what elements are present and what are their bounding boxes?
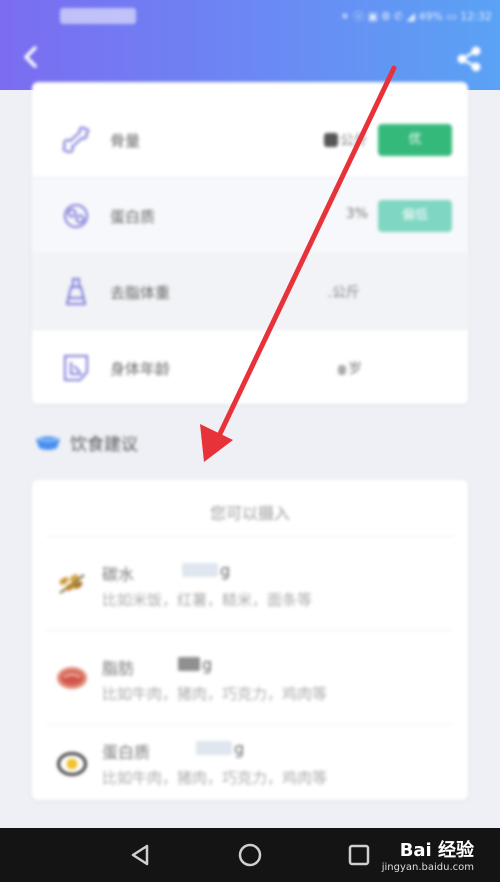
metric-badge: 偏低 xyxy=(378,200,452,232)
metric-row-lean-mass[interactable]: 去脂体重 .公斤 xyxy=(32,254,468,330)
metric-row-bone[interactable]: 骨量 公斤 优 xyxy=(32,102,468,178)
metric-label: 骨量 xyxy=(110,132,141,150)
back-button[interactable] xyxy=(16,42,46,72)
diet-title-text: 饮食建议 xyxy=(70,435,138,455)
food-amount: g xyxy=(196,739,244,758)
metric-value: 岁 xyxy=(338,358,362,378)
metric-row-body-age[interactable]: 身体年龄 岁 xyxy=(32,330,468,404)
square-recent-icon[interactable] xyxy=(344,840,374,870)
metric-label: 蛋白质 xyxy=(110,208,156,226)
share-icon xyxy=(457,46,481,72)
food-amount: g xyxy=(178,655,212,674)
bone-icon xyxy=(62,126,90,154)
system-nav-bar: Bai 经验 jingyan.baidu.com xyxy=(0,828,500,882)
share-button[interactable] xyxy=(454,44,484,74)
bowl-icon xyxy=(36,436,60,450)
metric-badge: 优 xyxy=(378,124,452,156)
egg-icon xyxy=(57,752,87,776)
food-name: 碳水 xyxy=(102,565,135,584)
food-name: 脂肪 xyxy=(102,659,135,678)
baidu-jingyan-watermark: Bai 经验 jingyan.baidu.com xyxy=(382,836,474,873)
body-metrics-card: 骨量 公斤 优 蛋白质 3% 偏低 去脂体重 .公斤 身体年龄 岁 xyxy=(32,82,468,404)
food-hint: 比如牛肉，猪肉，巧克力，鸡肉等 xyxy=(102,685,328,703)
food-row-protein[interactable]: 蛋白质 g 比如牛肉，猪肉，巧克力，鸡肉等 xyxy=(46,724,454,794)
metric-label: 身体年龄 xyxy=(110,360,171,378)
intake-heading: 您可以摄入 xyxy=(209,504,290,523)
food-row-fat[interactable]: 脂肪 g 比如牛肉，猪肉，巧克力，鸡肉等 xyxy=(46,630,454,724)
watermark-brand: Bai 经验 xyxy=(399,840,474,861)
metric-row-protein[interactable]: 蛋白质 3% 偏低 xyxy=(32,178,468,254)
food-row-carbs[interactable]: 碳水 g 比如米饭，红薯，糙米，面条等 xyxy=(46,536,454,630)
triangle-back-icon[interactable] xyxy=(126,840,156,870)
metric-value: 3% xyxy=(345,206,368,222)
circle-home-icon[interactable] xyxy=(235,840,265,870)
body-age-icon xyxy=(64,355,88,381)
carrier-placeholder xyxy=(60,8,136,24)
status-icons: ✶ ⓥ ▣ ⦾ ✆ ◢ 49% ▭ 12:32 xyxy=(340,10,492,23)
app-header: ✶ ⓥ ▣ ⦾ ✆ ◢ 49% ▭ 12:32 xyxy=(0,0,500,90)
diet-suggestion-card: 您可以摄入 碳水 g 比如米饭，红薯，糙米，面条等 脂肪 g 比如牛肉，猪肉，巧… xyxy=(32,480,468,800)
food-hint: 比如牛肉，猪肉，巧克力，鸡肉等 xyxy=(102,769,328,787)
food-name: 蛋白质 xyxy=(102,743,151,762)
watermark-url: jingyan.baidu.com xyxy=(381,862,474,873)
metric-value: 公斤 xyxy=(324,130,368,150)
flask-icon xyxy=(65,278,87,305)
metric-label: 去脂体重 xyxy=(110,284,171,302)
protein-icon xyxy=(64,204,88,228)
status-bar: ✶ ⓥ ▣ ⦾ ✆ ◢ 49% ▭ 12:32 xyxy=(0,0,500,30)
grain-icon xyxy=(59,574,85,594)
food-hint: 比如米饭，红薯，糙米，面条等 xyxy=(102,591,313,609)
metric-value: .公斤 xyxy=(327,285,360,301)
chevron-left-icon xyxy=(24,46,37,68)
meat-icon xyxy=(57,667,87,689)
food-amount: g xyxy=(182,561,230,580)
